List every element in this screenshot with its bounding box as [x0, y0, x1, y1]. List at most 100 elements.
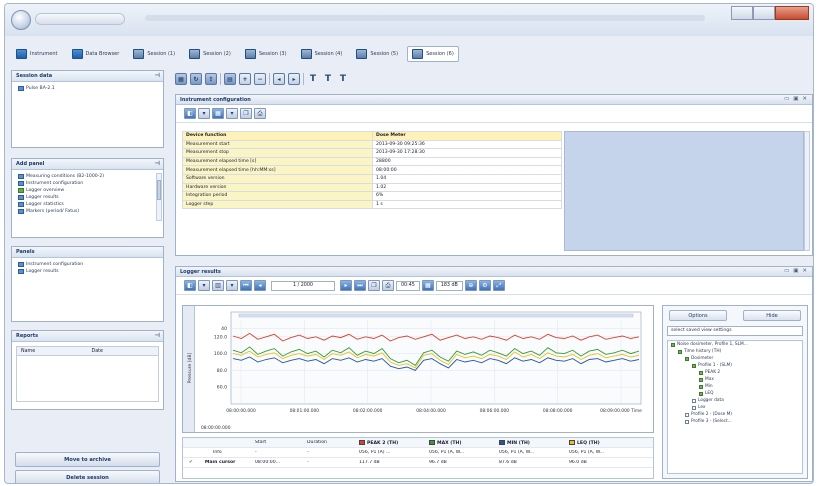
tree-item[interactable]: PEAK 2: [668, 369, 802, 376]
table-icon[interactable]: ▦: [212, 108, 224, 119]
zoom-in-icon[interactable]: +: [239, 73, 251, 85]
tree-item[interactable]: Max: [668, 376, 802, 383]
tree-checkbox[interactable]: [678, 349, 682, 354]
dropdown-icon[interactable]: ▾: [198, 108, 210, 119]
panels-item[interactable]: Instrument configuration: [12, 261, 163, 268]
quick-access-toolbar[interactable]: [35, 13, 125, 25]
print-icon[interactable]: ⎙: [254, 108, 266, 119]
tree-item[interactable]: Profile 1 - (SLM): [668, 362, 802, 369]
chart-area[interactable]: 40 120.0 100.0 80.0 60.0 08:00:00.000 08:01:0…: [182, 305, 654, 433]
minimize-button[interactable]: [731, 6, 753, 20]
chart-icon[interactable]: ▤: [224, 73, 236, 85]
add-panel-item[interactable]: Measuring conditions (B2-1000-2): [12, 173, 163, 180]
add-panel-item[interactable]: Instrument configuration: [12, 180, 163, 187]
first-page-icon[interactable]: ⏮: [240, 280, 252, 291]
cursor-right-icon[interactable]: ▸: [288, 73, 300, 85]
column-header[interactable]: LEQ (TH): [567, 439, 637, 446]
scrollbar[interactable]: [156, 173, 162, 221]
close-button[interactable]: [775, 6, 809, 20]
chart-mode-icon[interactable]: ▦: [421, 280, 434, 291]
tree-item[interactable]: Profile 2 - (Dose M): [668, 411, 802, 418]
table-row[interactable]: Integration period 6%: [182, 191, 562, 201]
panel-controls-icon[interactable]: ▭ ▣ ✕: [784, 268, 808, 274]
table-row[interactable]: Logger step 1 s: [182, 199, 562, 210]
column-name[interactable]: Name: [17, 347, 88, 355]
tab-session-3[interactable]: Session (3): [240, 46, 292, 62]
options-button[interactable]: Options: [669, 310, 727, 321]
table-row[interactable]: ✔ Main cursor 08:00:00... - 117.7 dB 96.7…: [183, 458, 653, 468]
tab-session-2[interactable]: Session (2): [184, 46, 236, 62]
hide-button[interactable]: Hide: [743, 310, 801, 321]
column-header[interactable]: MIN (TH): [497, 439, 567, 446]
add-panel-item[interactable]: Logger statistics: [12, 201, 163, 208]
next-page-icon[interactable]: ▸: [340, 280, 352, 291]
table-row[interactable]: Measurement elapsed time [s] 28800: [182, 156, 562, 167]
print-icon[interactable]: ⎙: [382, 280, 394, 291]
tab-session-1[interactable]: Session (1): [128, 46, 180, 62]
tab-session-6[interactable]: Session (6): [407, 46, 459, 62]
cursor-time-field[interactable]: 00:45: [396, 280, 420, 291]
tree-checkbox[interactable]: [699, 391, 703, 396]
tree-item[interactable]: Time history (TH): [668, 348, 802, 355]
tab-session-4[interactable]: Session (4): [296, 46, 348, 62]
page-indicator[interactable]: 1 / 2000: [271, 280, 335, 291]
column-header[interactable]: PEAK 2 (TH): [357, 439, 427, 446]
table-row[interactable]: Measurement stop 2013-09-30 17:28:30: [182, 148, 562, 158]
app-menu-button[interactable]: [11, 10, 31, 30]
cursor-value-field[interactable]: 183 dB: [435, 280, 463, 291]
tree-item[interactable]: Profile 3 - (Select...: [668, 418, 802, 425]
tree-item[interactable]: LEQ: [668, 390, 802, 397]
tab-data-browser[interactable]: Data Browser: [67, 46, 125, 62]
view-icon[interactable]: ◧: [184, 108, 196, 119]
tree-item[interactable]: Dosimeter: [668, 355, 802, 362]
tab-instrument[interactable]: Instrument: [11, 46, 63, 62]
text-decrease-icon[interactable]: T: [322, 74, 334, 84]
refresh-icon[interactable]: ↻: [190, 73, 202, 85]
grid-view-icon[interactable]: ▦: [175, 73, 187, 85]
maximize-button[interactable]: [753, 6, 775, 20]
dropdown-icon[interactable]: ▾: [226, 280, 238, 291]
dropdown-icon[interactable]: ▾: [198, 280, 210, 291]
last-page-icon[interactable]: ⏭: [354, 280, 366, 291]
tree-checkbox[interactable]: [692, 405, 696, 410]
tree-checkbox[interactable]: [685, 419, 689, 424]
view-icon[interactable]: ◧: [184, 280, 196, 291]
table-row[interactable]: Hardware version 1.02: [182, 182, 562, 193]
export-icon[interactable]: ⇪: [205, 73, 217, 85]
session-data-item[interactable]: Pulse BA-2.1: [12, 85, 163, 92]
move-to-archive-button[interactable]: Move to archive: [15, 452, 160, 467]
chart-color-icon[interactable]: ▥: [212, 280, 224, 291]
text-size-icon[interactable]: T: [307, 74, 319, 84]
column-header[interactable]: Start: [253, 440, 305, 445]
tree-item[interactable]: Min: [668, 383, 802, 390]
line-chart[interactable]: 40 120.0 100.0 80.0 60.0 08:00:00.000 08:01:0…: [183, 306, 653, 432]
tree-checkbox[interactable]: [699, 384, 703, 389]
text-increase-icon[interactable]: T: [337, 74, 349, 84]
tab-session-5[interactable]: Session (5): [351, 46, 403, 62]
zoom-icon[interactable]: ⊕: [464, 280, 477, 291]
tree-checkbox[interactable]: [685, 412, 689, 417]
add-panel-item[interactable]: Logger overview: [12, 187, 163, 194]
panel-controls-icon[interactable]: ▭ ▣ ✕: [784, 96, 808, 102]
panels-item[interactable]: Logger results: [12, 268, 163, 275]
pin-icon[interactable]: ⊣: [155, 332, 160, 339]
fit-icon[interactable]: ⤢: [492, 280, 505, 291]
table-row[interactable]: Measurement start 2013-09-30 09:25:36: [182, 139, 562, 150]
column-date[interactable]: Date: [88, 347, 159, 355]
tree-checkbox[interactable]: [685, 356, 689, 361]
tree-checkbox[interactable]: [692, 363, 696, 368]
add-panel-item[interactable]: Logger results: [12, 194, 163, 201]
tree-item[interactable]: Lex: [668, 404, 802, 411]
prev-page-icon[interactable]: ◂: [254, 280, 266, 291]
cursor-left-icon[interactable]: ◂: [273, 73, 285, 85]
tree-checkbox[interactable]: [699, 377, 703, 382]
table-row[interactable]: Measurement elapsed time [hh:MM:ss] 08:00…: [182, 165, 562, 175]
dropdown-icon[interactable]: ▾: [226, 108, 238, 119]
table-row[interactable]: Device function Dose Meter: [182, 131, 562, 141]
pin-icon[interactable]: ⊣: [155, 72, 160, 79]
delete-session-button[interactable]: Delete session: [15, 470, 160, 483]
column-header[interactable]: MAX (TH): [427, 439, 497, 446]
settings-icon[interactable]: ⚙: [478, 280, 491, 291]
table-row[interactable]: Software version 1.04: [182, 173, 562, 184]
copy-icon[interactable]: ❐: [368, 280, 380, 291]
